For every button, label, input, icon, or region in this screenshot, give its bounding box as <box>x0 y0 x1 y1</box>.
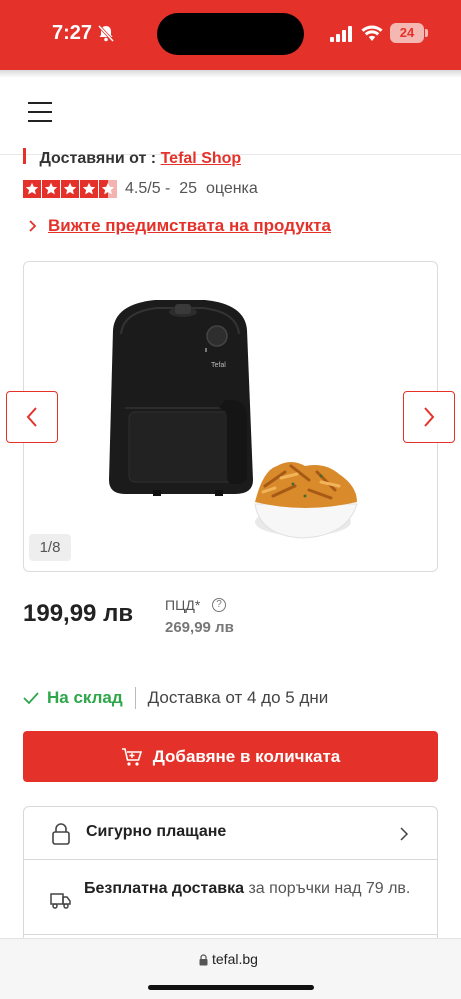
star-icon <box>61 180 79 198</box>
star-icon <box>80 180 98 198</box>
rating-text: 4.5/5 - 25 оценка <box>125 180 258 197</box>
gallery-counter: 1/8 <box>29 534 71 561</box>
add-to-cart-label: Добавяне в количката <box>152 746 341 766</box>
free-delivery-item[interactable]: Безплатна доставка за поръчки над 79 лв. <box>24 861 437 935</box>
stock-status: На склад <box>47 688 123 707</box>
check-icon <box>23 692 39 705</box>
seller-link[interactable]: Tefal Shop <box>161 150 242 167</box>
free-delivery-label: Безплатна доставка <box>84 880 245 897</box>
features-box: Сигурно плащане Безплатна доставка за по… <box>23 806 438 946</box>
cart-icon <box>121 747 142 766</box>
product-image[interactable]: Tefal <box>95 290 365 550</box>
hamburger-menu-icon[interactable] <box>28 102 52 124</box>
free-delivery-text: Безплатна доставка за поръчки над 79 лв. <box>84 877 419 900</box>
add-to-cart-button[interactable]: Добавяне в количката <box>23 731 438 782</box>
rating-stars <box>23 180 117 198</box>
help-icon[interactable]: ? <box>212 598 226 612</box>
rrp-value: 269,99 лв <box>165 619 234 636</box>
star-icon <box>23 180 41 198</box>
signal-icon <box>330 26 352 42</box>
chevron-right-icon <box>424 407 435 427</box>
seller-row: Доставяни от : Tefal Shop <box>23 148 241 170</box>
home-indicator[interactable] <box>148 985 314 990</box>
wifi-icon <box>361 25 383 41</box>
battery-tip <box>425 29 428 37</box>
battery-icon: 24 <box>390 23 424 43</box>
star-icon <box>42 180 60 198</box>
device-brand: Tefal <box>211 362 226 369</box>
secure-payment-item[interactable]: Сигурно плащане <box>24 807 437 860</box>
chevron-left-icon <box>26 407 37 427</box>
benefits-link[interactable]: Вижте предимствата на продукта <box>27 215 331 237</box>
accent-bar <box>23 148 26 164</box>
lock-icon <box>52 823 70 845</box>
rrp-label: ПЦД* <box>165 597 201 613</box>
url-field[interactable]: tefal.bg <box>212 951 258 967</box>
stock-row: На склад Доставка от 4 до 5 дни <box>23 687 328 709</box>
gallery-next-button[interactable] <box>403 391 455 443</box>
benefits-link-label: Вижте предимствата на продукта <box>48 216 331 235</box>
truck-icon <box>50 893 71 909</box>
stock-divider <box>134 687 136 709</box>
secure-payment-label: Сигурно плащане <box>86 823 227 840</box>
free-delivery-detail: за поръчки над 79 лв. <box>248 880 411 897</box>
star-half-icon <box>99 180 117 198</box>
header-shadow <box>0 70 461 78</box>
lock-icon <box>199 954 208 966</box>
chevron-right-icon <box>400 827 409 841</box>
gallery-prev-button[interactable] <box>6 391 58 443</box>
dynamic-island <box>157 13 304 55</box>
bell-off-icon <box>97 24 115 42</box>
chevron-right-icon <box>29 220 37 232</box>
rating-row[interactable]: 4.5/5 - 25 оценка <box>23 179 258 199</box>
seller-label: Доставяни от : <box>39 150 157 167</box>
current-price: 199,99 лв <box>23 600 134 627</box>
delivery-time: Доставка от 4 до 5 дни <box>147 688 329 707</box>
status-time: 7:27 <box>52 22 93 44</box>
